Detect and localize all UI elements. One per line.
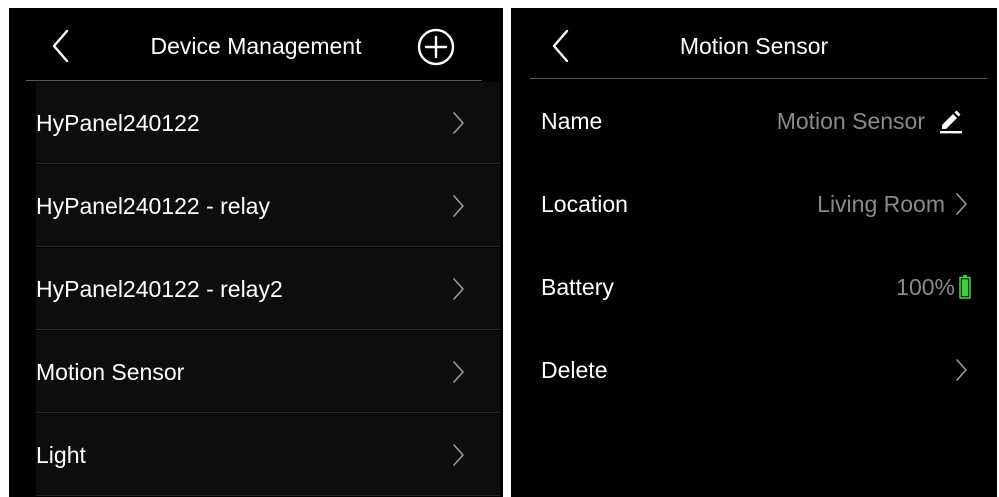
- device-list-item[interactable]: HyPanel240122 - relay: [36, 165, 500, 247]
- chevron-right-icon: [453, 195, 464, 217]
- name-row[interactable]: Name Motion Sensor: [531, 80, 977, 162]
- header-divider: [530, 78, 987, 79]
- device-name: Motion Sensor: [36, 359, 185, 385]
- device-list-item[interactable]: Motion Sensor: [36, 331, 500, 413]
- device-list-item[interactable]: Light: [36, 414, 500, 496]
- device-name: Light: [36, 442, 86, 468]
- battery-value: 100%: [896, 274, 955, 300]
- delete-label: Delete: [541, 357, 608, 383]
- chevron-right-icon: [453, 278, 464, 300]
- location-label: Location: [541, 191, 628, 217]
- battery-level-fill: [961, 279, 969, 297]
- header-divider: [26, 80, 482, 81]
- device-list-item[interactable]: HyPanel240122: [36, 82, 500, 164]
- pencil-icon[interactable]: [938, 108, 964, 134]
- chevron-right-icon: [453, 444, 464, 466]
- device-detail-header: Motion Sensor: [511, 8, 997, 80]
- device-name: HyPanel240122: [36, 110, 200, 136]
- device-detail-screen: Motion Sensor Name Motion Sensor Locatio…: [511, 8, 997, 497]
- chevron-right-icon: [956, 193, 967, 215]
- battery-label: Battery: [541, 274, 614, 300]
- chevron-right-icon: [453, 112, 464, 134]
- chevron-right-icon: [956, 359, 967, 381]
- location-row[interactable]: Location Living Room: [531, 163, 977, 245]
- battery-row: Battery 100%: [531, 246, 977, 328]
- device-name: HyPanel240122 - relay2: [36, 276, 283, 302]
- plus-circle-icon: [417, 28, 455, 66]
- battery-icon: [959, 275, 971, 299]
- location-value: Living Room: [817, 191, 945, 217]
- delete-row[interactable]: Delete: [531, 329, 977, 411]
- device-management-header: Device Management: [9, 8, 503, 80]
- device-list-item[interactable]: HyPanel240122 - relay2: [36, 248, 500, 330]
- add-device-button[interactable]: [416, 27, 456, 67]
- name-label: Name: [541, 108, 603, 134]
- device-name: HyPanel240122 - relay: [36, 193, 270, 219]
- page-title: Motion Sensor: [679, 33, 829, 59]
- name-value: Motion Sensor: [776, 108, 925, 134]
- chevron-right-icon: [453, 361, 464, 383]
- device-management-screen: Device Management HyPanel240122 HyPanel2…: [9, 8, 503, 497]
